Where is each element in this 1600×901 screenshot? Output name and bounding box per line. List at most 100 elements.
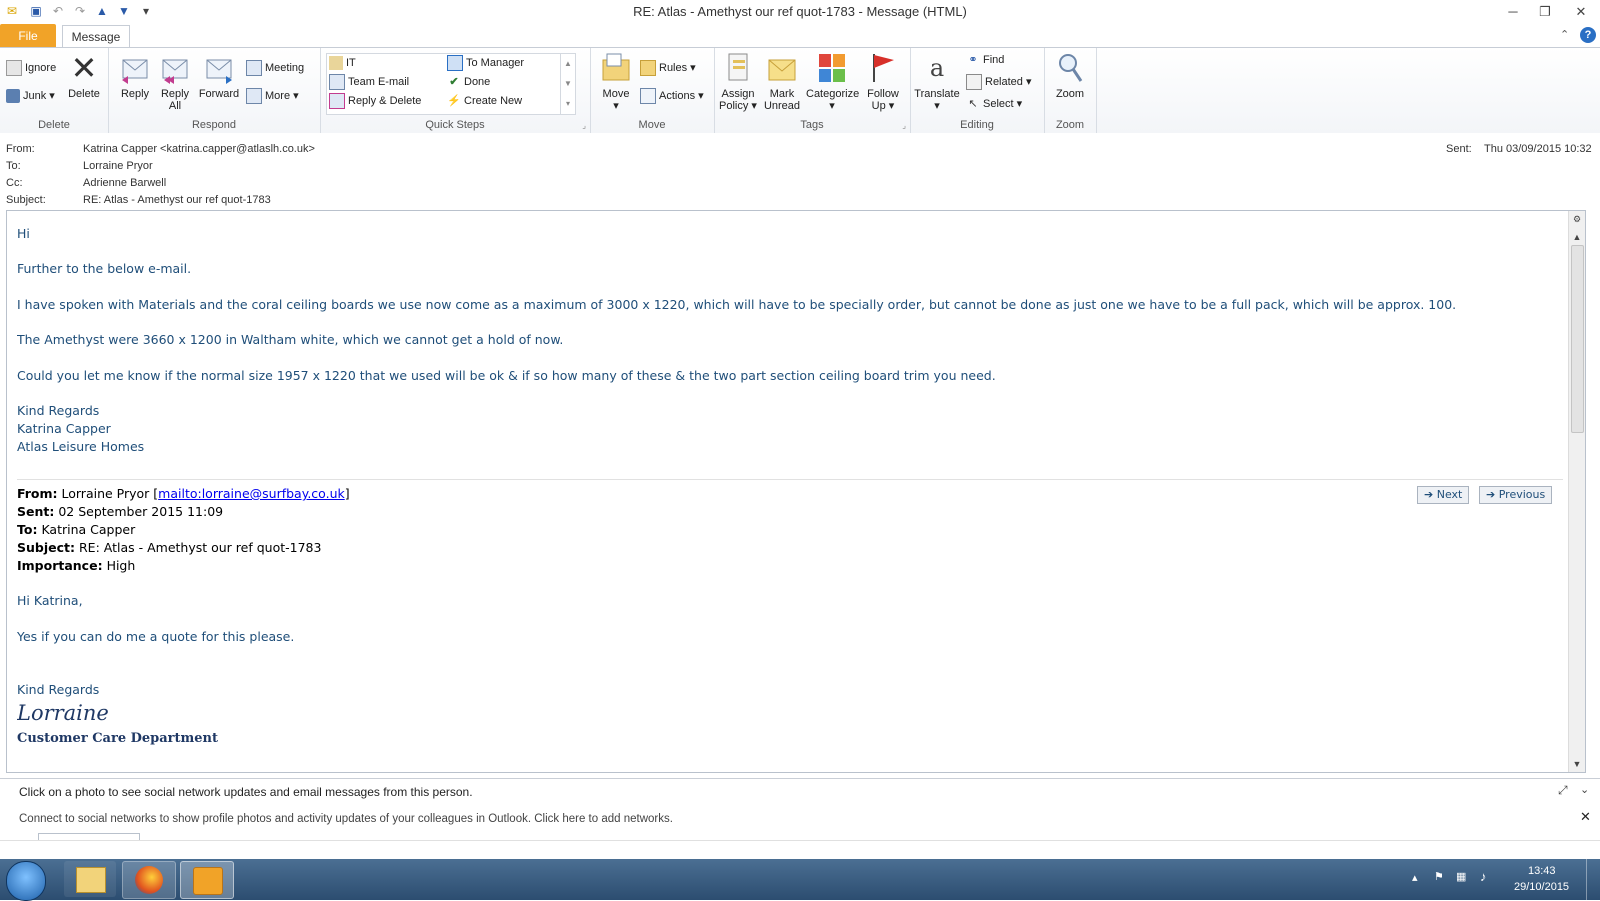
zoom-button[interactable]: Zoom bbox=[1048, 52, 1092, 100]
delete-group: Ignore Junk ▾ ✕ Delete Delete bbox=[0, 48, 109, 133]
scroll-thumb[interactable] bbox=[1571, 245, 1584, 433]
follow-up-button[interactable]: Follow Up ▾ bbox=[862, 52, 904, 112]
cc-value[interactable]: Adrienne Barwell bbox=[83, 177, 166, 189]
signature-company: Atlas Leisure Homes bbox=[17, 439, 145, 454]
subject-value: RE: Atlas - Amethyst our ref quot-1783 bbox=[83, 194, 271, 206]
volume-icon[interactable]: ♪ bbox=[1480, 869, 1487, 884]
mark-unread-button[interactable]: Mark Unread bbox=[762, 52, 802, 112]
to-value[interactable]: Lorraine Pryor bbox=[83, 160, 153, 172]
mailto-link[interactable]: mailto:lorraine@surfbay.co.uk bbox=[158, 486, 345, 501]
to-manager-icon bbox=[447, 55, 463, 72]
meeting-button[interactable]: Meeting bbox=[246, 60, 304, 77]
zoom-group: Zoom Zoom bbox=[1044, 48, 1097, 133]
forward-button[interactable]: Forward bbox=[196, 52, 242, 100]
network-icon[interactable]: ▦ bbox=[1456, 870, 1466, 883]
delete-button[interactable]: ✕ Delete bbox=[64, 52, 104, 100]
reply-all-button[interactable]: Reply All bbox=[156, 52, 194, 112]
actions-icon bbox=[640, 88, 656, 105]
tab-file[interactable]: File bbox=[0, 24, 56, 48]
scroll-down-button[interactable]: ▼ bbox=[1569, 756, 1585, 772]
quick-steps-gallery: IT Team E-mail Reply & Delete To Manager… bbox=[326, 53, 576, 115]
quoted-importance: Importance: High bbox=[17, 558, 136, 573]
cc-label: Cc: bbox=[6, 177, 23, 189]
quoted-to: To: Katrina Capper bbox=[17, 522, 136, 537]
quoted-subject: Subject: RE: Atlas - Amethyst our ref qu… bbox=[17, 540, 322, 555]
outlook-taskbar-button[interactable] bbox=[180, 861, 234, 899]
restore-button[interactable]: ❐ bbox=[1530, 2, 1560, 22]
to-label: To: bbox=[6, 160, 21, 172]
show-desktop-button[interactable] bbox=[1586, 859, 1599, 900]
quoted-signature-dept: Customer Care Department bbox=[17, 731, 219, 746]
reply-delete-icon bbox=[329, 93, 345, 110]
status-strip bbox=[0, 840, 1600, 860]
body-line-1: Further to the below e-mail. bbox=[17, 261, 192, 276]
minimize-ribbon-icon[interactable]: ⌃ bbox=[1560, 28, 1569, 41]
respond-group-label: Respond bbox=[191, 119, 237, 131]
translate-icon: a bbox=[929, 54, 945, 82]
ignore-button[interactable]: Ignore bbox=[6, 60, 56, 77]
sent-label: Sent: bbox=[1446, 143, 1472, 155]
categorize-icon bbox=[819, 54, 845, 82]
rules-button[interactable]: Rules ▾ bbox=[640, 60, 696, 77]
help-icon[interactable]: ? bbox=[1580, 27, 1596, 43]
dialog-launcher-icon[interactable]: ⌟ bbox=[582, 121, 586, 130]
quickstep-reply-delete[interactable]: Reply & Delete bbox=[329, 93, 421, 110]
related-button[interactable]: Related ▾ bbox=[966, 74, 1032, 91]
lightning-icon: ⚡ bbox=[447, 95, 461, 108]
start-orb-icon[interactable] bbox=[6, 861, 46, 901]
action-center-flag-icon[interactable]: ⚑ bbox=[1434, 870, 1444, 883]
expand-pane-icon[interactable]: ⤢ bbox=[1558, 783, 1568, 798]
translate-button[interactable]: a Translate ▾ bbox=[914, 52, 960, 112]
quickstep-to-manager[interactable]: To Manager bbox=[447, 55, 524, 72]
quickstep-done[interactable]: ✔ Done bbox=[447, 74, 490, 90]
vertical-scrollbar[interactable]: ⚙ ▲ ▼ bbox=[1568, 211, 1585, 772]
quickstep-it[interactable]: IT bbox=[329, 55, 356, 71]
assign-policy-button[interactable]: Assign Policy ▾ bbox=[718, 52, 758, 112]
next-button[interactable]: ➔ Next bbox=[1417, 486, 1470, 504]
ignore-icon bbox=[6, 60, 22, 77]
explorer-taskbar-button[interactable] bbox=[64, 861, 116, 897]
previous-button[interactable]: ➔ Previous bbox=[1479, 486, 1553, 504]
minimize-button[interactable]: ─ bbox=[1498, 2, 1528, 22]
actions-button[interactable]: Actions ▾ bbox=[640, 88, 704, 105]
reply-button[interactable]: Reply bbox=[116, 52, 154, 100]
ribbon: Ignore Junk ▾ ✕ Delete Delete Reply Repl… bbox=[0, 47, 1600, 134]
body-line-2: I have spoken with Materials and the cor… bbox=[17, 297, 1457, 312]
gallery-scroll[interactable]: ▲ ▼ ▾ bbox=[560, 54, 575, 114]
title-bar: ✉ ▣ ↶ ↷ ▲ ▼ ▾ RE: Atlas - Amethyst our r… bbox=[0, 0, 1600, 25]
collapse-pane-icon[interactable]: ⌄ bbox=[1580, 783, 1589, 796]
close-window-button[interactable]: ✕ bbox=[1566, 2, 1596, 22]
folder-icon bbox=[329, 56, 343, 71]
meeting-icon bbox=[246, 60, 262, 77]
tags-dialog-launcher-icon[interactable]: ⌟ bbox=[902, 121, 906, 130]
clock-date[interactable]: 29/10/2015 bbox=[1514, 881, 1569, 893]
show-hidden-icons-icon[interactable]: ▴ bbox=[1412, 871, 1418, 884]
quickstep-create-new[interactable]: ⚡ Create New bbox=[447, 93, 522, 109]
signature-regards: Kind Regards bbox=[17, 403, 100, 418]
ribbon-tabs: File Message ⌃ ? bbox=[0, 24, 1600, 49]
move-button[interactable]: Move ▾ bbox=[596, 52, 636, 112]
delete-group-label: Delete bbox=[38, 119, 70, 131]
junk-button[interactable]: Junk ▾ bbox=[6, 88, 55, 104]
from-value[interactable]: Katrina Capper <katrina.capper@atlaslh.c… bbox=[83, 143, 315, 155]
scroll-options-icon[interactable]: ⚙ bbox=[1569, 211, 1585, 227]
forward-icon bbox=[206, 59, 232, 84]
categorize-button[interactable]: Categorize ▾ bbox=[806, 52, 859, 112]
firefox-taskbar-button[interactable] bbox=[122, 861, 176, 899]
tags-group-label: Tags bbox=[800, 119, 824, 131]
quickstep-team-email[interactable]: Team E-mail bbox=[329, 74, 409, 91]
clock-time[interactable]: 13:43 bbox=[1528, 865, 1556, 877]
move-group-label: Move bbox=[638, 119, 666, 131]
close-pane-icon[interactable]: ✕ bbox=[1580, 809, 1591, 825]
find-button[interactable]: ⚭ Find bbox=[966, 52, 1004, 68]
more-icon bbox=[246, 88, 262, 105]
flag-icon bbox=[873, 54, 894, 82]
tab-message[interactable]: Message bbox=[62, 25, 130, 49]
taskbar: ▴ ⚑ ▦ ♪ 13:43 29/10/2015 bbox=[0, 859, 1600, 901]
reply-all-icon bbox=[162, 59, 188, 84]
scroll-up-button[interactable]: ▲ bbox=[1569, 229, 1585, 245]
more-respond-button[interactable]: More ▾ bbox=[246, 88, 299, 105]
checkmark-icon: ✔ bbox=[449, 76, 459, 89]
people-pane-line-2[interactable]: Connect to social networks to show profi… bbox=[19, 813, 673, 825]
select-button[interactable]: ↖ Select ▾ bbox=[966, 96, 1022, 112]
